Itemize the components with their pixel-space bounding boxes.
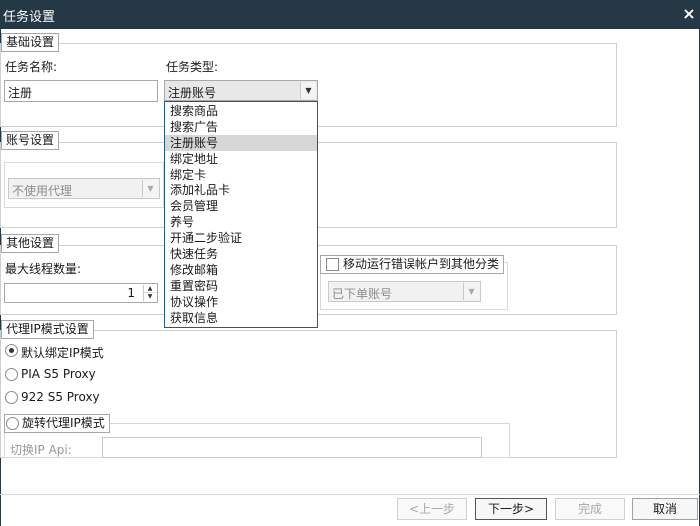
max-threads-label: 最大线程数量: [5, 262, 82, 276]
move-errors-legend: 移动运行错误帐户到其他分类 [320, 255, 505, 274]
title-bar: 任务设置 × [0, 0, 700, 29]
radio-rotating-proxy-label[interactable]: 旋转代理IP模式 [22, 416, 105, 430]
max-threads-value: 1 [127, 286, 135, 300]
next-step-button[interactable]: 下一步> [475, 498, 547, 520]
task-type-value: 注册账号 [168, 86, 217, 100]
other-settings-legend: 其他设置 [1, 234, 60, 253]
dropdown-item[interactable]: 获取信息 [165, 310, 317, 326]
dropdown-item[interactable]: 添加礼品卡 [165, 182, 317, 198]
cancel-button[interactable]: 取消 [632, 498, 698, 520]
task-name-input[interactable]: 注册 [4, 80, 158, 102]
radio-default-bind-ip[interactable] [5, 344, 18, 357]
move-errors-label: 移动运行错误帐户到其他分类 [343, 257, 500, 271]
radio-rotating-proxy[interactable] [6, 417, 19, 430]
close-icon[interactable]: × [681, 4, 697, 23]
dropdown-item[interactable]: 修改邮箱 [165, 262, 317, 278]
footer-divider [0, 494, 700, 495]
dropdown-item[interactable]: 协议操作 [165, 294, 317, 310]
dropdown-item[interactable]: 搜索广告 [165, 119, 317, 135]
radio-pia-s5-proxy[interactable] [5, 368, 18, 381]
move-errors-checkbox[interactable] [326, 258, 339, 271]
task-type-label: 任务类型: [166, 60, 219, 74]
radio-default-bind-ip-label[interactable]: 默认绑定IP模式 [21, 344, 104, 361]
prev-step-button[interactable]: <上一步 [397, 498, 467, 520]
dropdown-item[interactable]: 绑定卡 [165, 167, 317, 183]
task-type-combo[interactable]: 注册账号 ▼ [164, 80, 318, 101]
chevron-down-icon[interactable]: ▼ [300, 82, 316, 99]
task-name-label: 任务名称: [5, 60, 58, 74]
category-combo-value: 已下单账号 [332, 287, 393, 301]
dropdown-item[interactable]: 搜索商品 [165, 103, 317, 119]
max-threads-stepper[interactable]: 1 ▲ ▼ [4, 283, 158, 303]
dropdown-item[interactable]: 开通二步验证 [165, 230, 317, 246]
switch-api-input[interactable] [102, 437, 482, 458]
dropdown-item-selected[interactable]: 注册账号 [165, 135, 317, 151]
proxy-combo[interactable]: 不使用代理 ▼ [8, 178, 160, 199]
stepper-buttons: ▲ ▼ [143, 285, 156, 301]
category-combo[interactable]: 已下单账号 ▼ [328, 281, 481, 302]
proxy-mode-legend: 代理IP模式设置 [1, 320, 94, 339]
dropdown-item[interactable]: 快速任务 [165, 246, 317, 262]
dropdown-item[interactable]: 养号 [165, 214, 317, 230]
rotating-proxy-legend: 旋转代理IP模式 [4, 414, 110, 433]
radio-922-s5-proxy-label[interactable]: 922 S5 Proxy [21, 390, 100, 404]
proxy-combo-value: 不使用代理 [12, 184, 73, 198]
radio-922-s5-proxy[interactable] [5, 391, 18, 404]
dropdown-item[interactable]: 重置密码 [165, 278, 317, 294]
dropdown-item[interactable]: 绑定地址 [165, 151, 317, 167]
task-type-dropdown: 搜索商品 搜索广告 注册账号 绑定地址 绑定卡 添加礼品卡 会员管理 养号 开通… [164, 101, 318, 328]
radio-pia-s5-proxy-label[interactable]: PIA S5 Proxy [21, 367, 96, 381]
chevron-up-icon[interactable]: ▲ [144, 285, 156, 293]
switch-api-label: 切换IP Api: [10, 443, 72, 457]
chevron-down-icon[interactable]: ▼ [142, 180, 158, 197]
dropdown-item[interactable]: 会员管理 [165, 198, 317, 214]
basic-settings-legend: 基础设置 [1, 33, 60, 52]
chevron-down-icon[interactable]: ▼ [463, 283, 479, 300]
window-title: 任务设置 [3, 10, 56, 25]
finish-button[interactable]: 完成 [555, 498, 625, 520]
chevron-down-icon[interactable]: ▼ [144, 293, 156, 301]
account-settings-legend: 账号设置 [1, 131, 60, 150]
